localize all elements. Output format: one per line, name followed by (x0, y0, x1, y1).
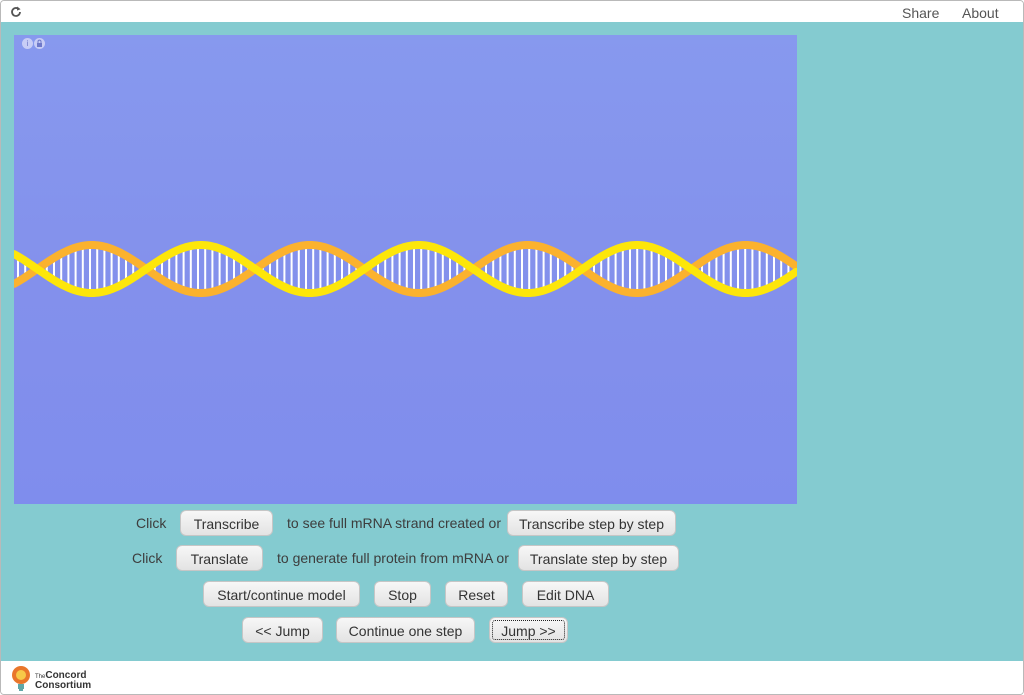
transcribe-button[interactable]: Transcribe (180, 510, 273, 536)
jump-back-button[interactable]: << Jump (242, 617, 323, 643)
concord-consortium-logo[interactable]: TheConcord Consortium (9, 665, 109, 693)
sim-toolbar: i (22, 38, 46, 56)
step-controls-row: << Jump Continue one step Jump >> (1, 617, 1023, 645)
edit-dna-button[interactable]: Edit DNA (522, 581, 609, 607)
dna-strand-yellow (14, 241, 797, 298)
model-controls-row: Start/continue model Stop Reset Edit DNA (1, 581, 1023, 609)
lightbulb-logo-icon (12, 666, 30, 691)
main-content: i Click Transcribe to see full mRNA stra… (1, 22, 1023, 661)
reset-button[interactable]: Reset (445, 581, 508, 607)
translate-description: to generate full protein from mRNA or (277, 550, 509, 566)
transcribe-step-button[interactable]: Transcribe step by step (507, 510, 676, 536)
reload-icon[interactable] (9, 5, 23, 19)
top-bar: Share About (1, 1, 1023, 22)
logo-text-line2: Consortium (35, 680, 92, 691)
footer: TheConcord Consortium (1, 661, 1023, 694)
continue-one-step-button[interactable]: Continue one step (336, 617, 475, 643)
dna-strand-orange (14, 240, 797, 297)
translate-button[interactable]: Translate (176, 545, 263, 571)
about-link[interactable]: About (962, 5, 999, 21)
transcribe-description: to see full mRNA strand created or (287, 515, 501, 531)
click-label: Click (136, 515, 167, 531)
click-label: Click (132, 550, 163, 566)
translate-row: Click Translate to generate full protein… (1, 545, 1023, 573)
app-window: Share About i Click Transcribe to see fu… (0, 0, 1024, 695)
info-icon[interactable]: i (22, 38, 33, 49)
stop-button[interactable]: Stop (374, 581, 431, 607)
dna-double-helix (14, 240, 797, 298)
lock-icon[interactable] (34, 38, 45, 49)
translate-step-button[interactable]: Translate step by step (518, 545, 679, 571)
share-link[interactable]: Share (902, 5, 939, 21)
jump-forward-button[interactable]: Jump >> (489, 617, 568, 643)
start-continue-button[interactable]: Start/continue model (203, 581, 360, 607)
dna-simulation-canvas[interactable]: i (14, 35, 797, 504)
transcribe-row: Click Transcribe to see full mRNA strand… (1, 510, 1023, 538)
